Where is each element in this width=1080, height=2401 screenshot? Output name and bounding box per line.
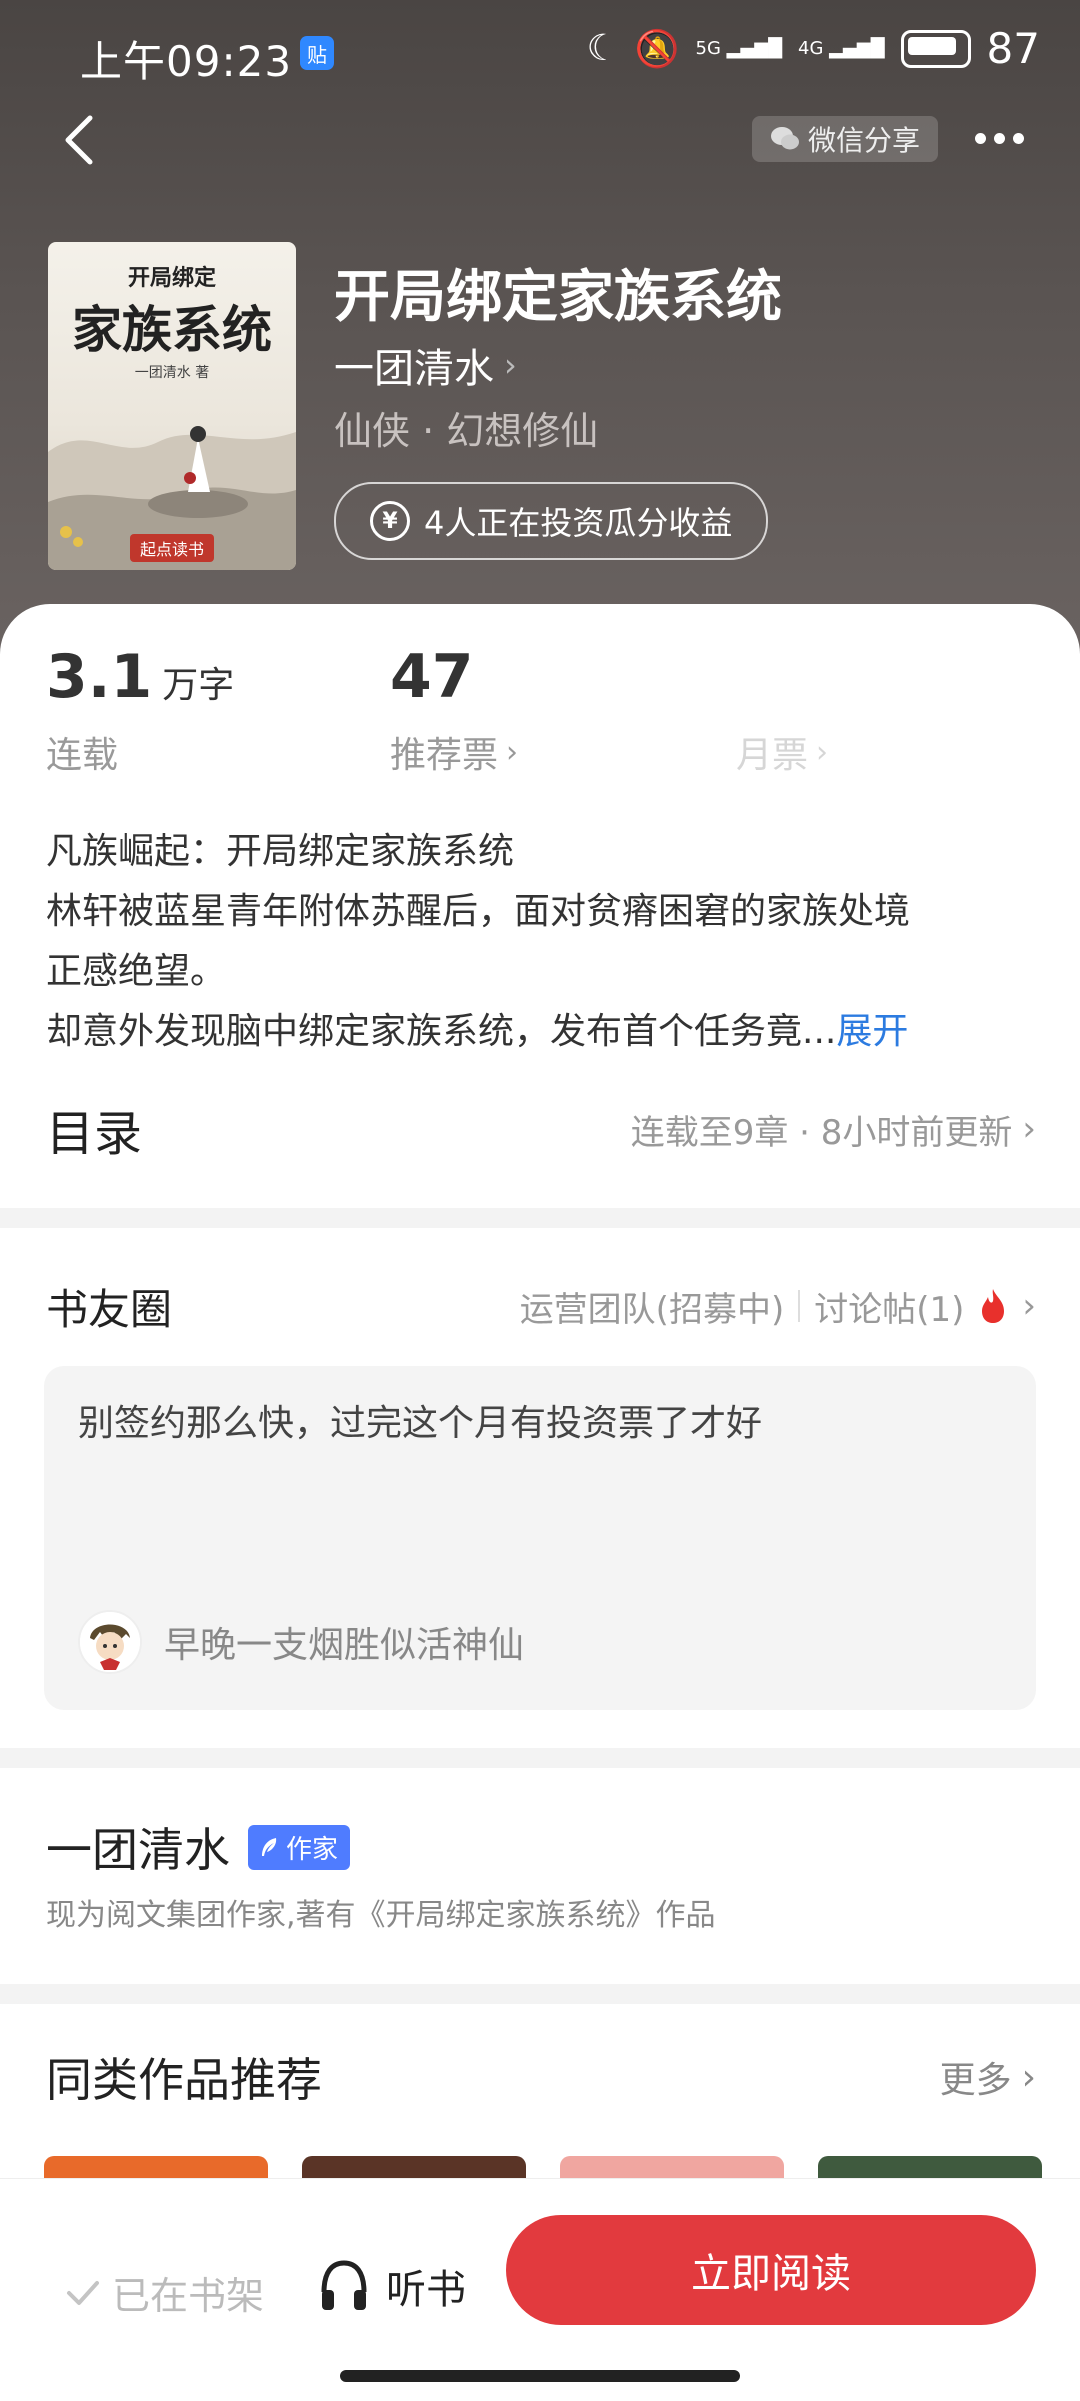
author-name: 一团清水 — [46, 1823, 230, 1877]
word-count-value: 3.1 — [46, 642, 153, 712]
reader-circle-title: 书友圈 — [46, 1284, 173, 1334]
chevron-right-icon: › — [1022, 1286, 1036, 1326]
yen-icon: ¥ — [370, 501, 410, 541]
book-cover[interactable]: 开局绑定 家族系统 一团清水 著 起点读书 — [48, 242, 296, 570]
toc-update-info: 连载至9章 · 8小时前更新 › — [630, 1109, 1036, 1153]
moon-icon: ☾ — [586, 28, 619, 69]
cover-author: 一团清水 著 — [134, 365, 210, 381]
tieba-notification-icon: 贴 — [300, 36, 334, 70]
signal-4g-icon: 4G ▂▄▆█ — [798, 37, 885, 59]
cover-logo: 起点读书 — [130, 534, 215, 562]
table-of-contents-row[interactable]: 目录 连载至9章 · 8小时前更新 › — [46, 1094, 1036, 1164]
status-bar: 上午09:23 贴 ☾ 🔕 5G ▂▄▆█ 4G ▂▄▆█ 87 — [0, 0, 1080, 100]
wechat-share-button[interactable]: 微信分享 — [752, 116, 939, 162]
section-divider — [0, 1208, 1080, 1228]
back-button[interactable] — [60, 112, 110, 172]
toc-title: 目录 — [46, 1106, 143, 1162]
circle-post[interactable]: 别签约那么快，过完这个月有投资票了才好 早晚一支烟胜似活神仙 — [44, 1366, 1036, 1710]
listen-button[interactable]: 听书 — [318, 2257, 466, 2315]
signal-5g-icon: 5G ▂▄▆█ — [695, 37, 783, 59]
post-author[interactable]: 早晚一支烟胜似活神仙 — [78, 1610, 524, 1674]
on-shelf-label: 已在书架 — [112, 2274, 265, 2318]
status-time: 上午09:23 — [80, 37, 293, 86]
chevron-right-icon: › — [1021, 2056, 1036, 2098]
checkmark-icon — [67, 2280, 99, 2305]
chevron-left-icon — [65, 115, 93, 165]
invest-button[interactable]: ¥ 4人正在投资瓜分收益 — [334, 482, 769, 560]
dot-icon — [1013, 132, 1024, 144]
section-divider — [0, 1748, 1080, 1768]
share-label: 微信分享 — [808, 124, 921, 157]
chevron-right-icon: › — [1022, 1109, 1036, 1149]
read-now-button[interactable]: 立即阅读 — [506, 2215, 1036, 2325]
recommendations-title: 同类作品推荐 — [46, 2053, 322, 2107]
circle-links: 运营团队(招募中) 讨论帖(1) › — [520, 1282, 1036, 1331]
book-genre: 仙侠 · 幻想修仙 — [334, 409, 599, 453]
chevron-right-icon: › — [816, 734, 829, 770]
ops-team-link[interactable]: 运营团队(招募中) — [520, 1282, 785, 1331]
dot-icon — [975, 132, 986, 144]
chevron-right-icon: › — [506, 734, 519, 770]
monthly-votes-stat[interactable]: 0 月票› — [736, 642, 828, 778]
more-link[interactable]: 更多 › — [940, 2051, 1036, 2103]
on-shelf-button[interactable]: 已在书架 — [66, 2265, 264, 2320]
recommend-votes-stat[interactable]: 47 推荐票 › — [390, 642, 518, 778]
flame-icon — [982, 1289, 1005, 1323]
headphones-icon — [321, 2260, 367, 2310]
reader-circle-header: 书友圈 运营团队(招募中) 讨论帖(1) › — [46, 1266, 1036, 1346]
synopsis-line: 凡族崛起：开局绑定家族系统 — [46, 831, 515, 872]
synopsis-line: 却意外发现脑中绑定家族系统，发布首个任务竟...展开 — [46, 1011, 909, 1052]
invest-label: 4人正在投资瓜分收益 — [424, 504, 733, 542]
serial-status: 连载 — [46, 735, 119, 776]
mute-icon: 🔕 — [634, 28, 680, 70]
synopsis-line: 林轩被蓝星青年附体苏醒后，面对贫瘠困窘的家族处境 — [46, 891, 911, 932]
author-name: 一团清水 — [334, 346, 494, 392]
bottom-action-bar: 已在书架 听书 立即阅读 — [0, 2178, 1080, 2401]
chevron-right-icon: › — [504, 346, 517, 384]
synopsis-line: 正感绝望。 — [46, 951, 227, 992]
post-username: 早晚一支烟胜似活神仙 — [164, 1625, 525, 1666]
author-info-row[interactable]: 一团清水 作家 — [46, 1814, 351, 1880]
cover-title: 家族系统 — [72, 300, 272, 359]
home-indicator — [340, 2370, 740, 2382]
author-badge: 作家 — [248, 1824, 351, 1870]
book-title: 开局绑定家族系统 — [334, 265, 782, 330]
dot-icon — [994, 132, 1005, 144]
post-text: 别签约那么快，过完这个月有投资票了才好 — [78, 1403, 763, 1444]
recommend-votes-value: 47 — [390, 642, 474, 712]
word-count-unit: 万字 — [162, 665, 235, 706]
section-divider — [0, 1984, 1080, 2004]
word-count-stat: 3.1 万字 连载 — [46, 642, 234, 778]
discussion-link[interactable]: 讨论帖(1) — [814, 1282, 964, 1331]
book-header: 上午09:23 贴 ☾ 🔕 5G ▂▄▆█ 4G ▂▄▆█ 87 微信分享 开局… — [0, 0, 1080, 660]
cover-subtitle: 开局绑定 — [127, 266, 216, 291]
battery-icon — [900, 29, 971, 68]
author-description: 现为阅文集团作家,著有《开局绑定家族系统》作品 — [46, 1898, 716, 1933]
separator — [798, 1290, 801, 1322]
recommend-votes-label: 推荐票 › — [390, 734, 519, 777]
avatar — [78, 1610, 142, 1674]
book-author-link[interactable]: 一团清水 › — [334, 336, 517, 394]
more-options-button[interactable] — [975, 118, 1035, 158]
status-icons: ☾ 🔕 5G ▂▄▆█ 4G ▂▄▆█ 87 — [586, 24, 1040, 73]
listen-label: 听书 — [386, 2267, 466, 2313]
monthly-votes-label: 月票 › — [736, 734, 829, 777]
wechat-icon — [771, 127, 799, 150]
recommendations-header: 同类作品推荐 更多 › — [46, 2044, 1036, 2110]
book-detail-card: 3.1万字 连载 47 推荐票› 0 月票› 凡族崛起：开局绑定家族系统 林轩被… — [0, 604, 1080, 2216]
feather-icon — [262, 1838, 277, 1856]
user-avatar-icon — [80, 1612, 140, 1672]
expand-link[interactable]: 展开 — [836, 1011, 908, 1052]
book-synopsis[interactable]: 凡族崛起：开局绑定家族系统 林轩被蓝星青年附体苏醒后，面对贫瘠困窘的家族处境 正… — [46, 822, 1036, 1062]
battery-level: 87 — [986, 24, 1040, 73]
